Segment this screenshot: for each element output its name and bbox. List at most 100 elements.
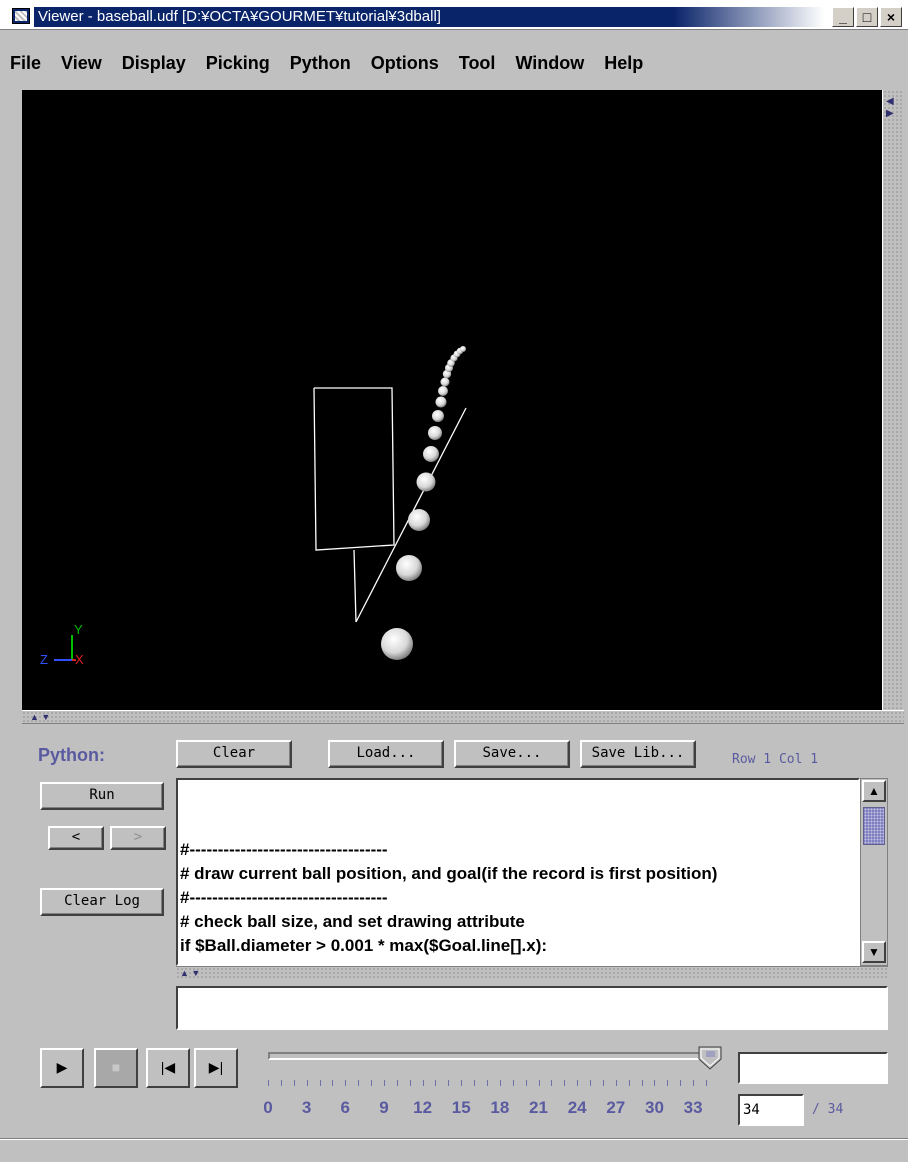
slider-tick [615,1080,617,1086]
code-line: if $Ball.diameter > 0.001 * max($Goal.li… [180,936,548,955]
ball [423,446,439,462]
save-lib-button[interactable]: Save Lib... [580,740,696,768]
slider-tick [293,1080,295,1086]
ball [432,410,444,422]
app-icon[interactable] [12,8,30,24]
clear-log-button[interactable]: Clear Log [40,888,164,916]
history-next-button[interactable]: > [110,826,166,850]
slider-tick [358,1080,360,1086]
viewport-splitter-vertical[interactable]: ◀ ▶ [882,90,904,710]
slider-tick [409,1080,411,1086]
frame-number-input[interactable]: 34 [738,1094,804,1126]
slider-tick-label: 18 [490,1098,510,1117]
slider-tick-label: 27 [606,1098,626,1117]
menu-options[interactable]: Options [371,53,439,74]
menu-display[interactable]: Display [122,53,186,74]
editor-splitter[interactable]: ▲ ▼ [176,966,888,980]
slider-tick [383,1080,385,1086]
status-divider [0,1138,908,1140]
code-line: # check ball size, and set drawing attri… [180,912,525,931]
menu-tool[interactable]: Tool [459,53,496,74]
goal-post [353,549,357,623]
minimize-button[interactable]: _ [832,7,854,27]
title-bar: Viewer - baseball.udf [D:¥OCTA¥GOURMET¥t… [0,0,908,30]
save-button[interactable]: Save... [454,740,570,768]
skip-back-icon: |◀ [160,1059,176,1075]
python-command-input[interactable] [176,986,888,1030]
axis-y-label: Y [74,622,83,637]
slider-tick-label: 3 [301,1098,312,1117]
log-scrollbar[interactable]: ▲ ▼ [860,778,888,966]
maximize-button[interactable]: □ [856,7,878,27]
ball [408,509,430,531]
collapse-arrows-icon[interactable]: ◀ ▶ [886,96,900,126]
viewport-splitter-horizontal[interactable]: ▲ ▼ [22,710,904,724]
scene-canvas: Y Z X [40,346,467,667]
slider-tick [435,1080,437,1086]
slider-tick [538,1080,540,1086]
slider-tick [512,1080,514,1086]
code-line: # draw current ball position, and goal(i… [180,864,718,883]
slider-tick [551,1080,553,1086]
stop-button[interactable]: ■ [94,1048,138,1088]
python-label: Python: [38,745,105,765]
slider-tick-label: 0 [263,1098,273,1117]
slider-tick [268,1080,269,1086]
frame-info-field[interactable] [738,1052,888,1084]
menu-picking[interactable]: Picking [206,53,270,74]
slider-tick-label: 9 [379,1098,389,1117]
slider-tick [641,1080,643,1086]
slider-tick-label: 30 [645,1098,664,1117]
play-icon: ▶ [56,1059,68,1075]
history-prev-button[interactable]: < [48,826,104,850]
ball [381,628,413,660]
slider-tick [499,1080,501,1086]
slider-tick [654,1080,656,1086]
scroll-up-icon[interactable]: ▲ [862,780,886,802]
total-frames: / 34 [812,1102,844,1117]
ball [428,426,442,440]
run-button[interactable]: Run [40,782,164,810]
slider-tick [474,1080,476,1086]
frame-slider-thumb[interactable] [698,1046,722,1070]
menu-python[interactable]: Python [290,53,351,74]
menu-file[interactable]: File [10,53,41,74]
3d-viewport[interactable]: Y Z X [22,90,882,710]
slider-tick [525,1080,527,1086]
play-button[interactable]: ▶ [40,1048,84,1088]
scroll-thumb[interactable] [863,807,885,845]
slider-tick [667,1080,669,1086]
ball [438,386,448,396]
load-button[interactable]: Load... [328,740,444,768]
split-arrows-icon[interactable]: ▲ ▼ [30,711,50,723]
ball [396,555,422,581]
cursor-position: Row 1 Col 1 [732,752,819,767]
slider-tick [306,1080,308,1086]
last-frame-button[interactable]: ▶| [194,1048,238,1088]
slider-tick [602,1080,604,1086]
frame-slider-track[interactable] [268,1052,718,1060]
slider-tick [693,1080,695,1086]
close-button[interactable]: × [880,7,902,27]
slider-tick-label: 12 [413,1098,433,1117]
goal-frame [313,387,395,551]
python-log-area[interactable]: #----------------------------------- # d… [176,778,860,966]
menu-help[interactable]: Help [604,53,643,74]
menu-view[interactable]: View [61,53,102,74]
split-arrows-icon[interactable]: ▲ ▼ [180,967,200,979]
menu-window[interactable]: Window [515,53,584,74]
slider-tick [371,1080,373,1086]
slider-tick [628,1080,630,1086]
ball [416,472,436,492]
slider-tick [590,1080,592,1086]
clear-button[interactable]: Clear [176,740,292,768]
code-line: #----------------------------------- [180,840,388,859]
title-gradient [674,7,824,27]
window-title: Viewer - baseball.udf [D:¥OCTA¥GOURMET¥t… [34,7,674,27]
slider-tick [487,1080,488,1086]
axis-x-label: X [75,652,84,667]
first-frame-button[interactable]: |◀ [146,1048,190,1088]
slider-tick-label: 24 [567,1098,587,1117]
slider-tick [448,1080,450,1086]
scroll-down-icon[interactable]: ▼ [862,941,886,963]
